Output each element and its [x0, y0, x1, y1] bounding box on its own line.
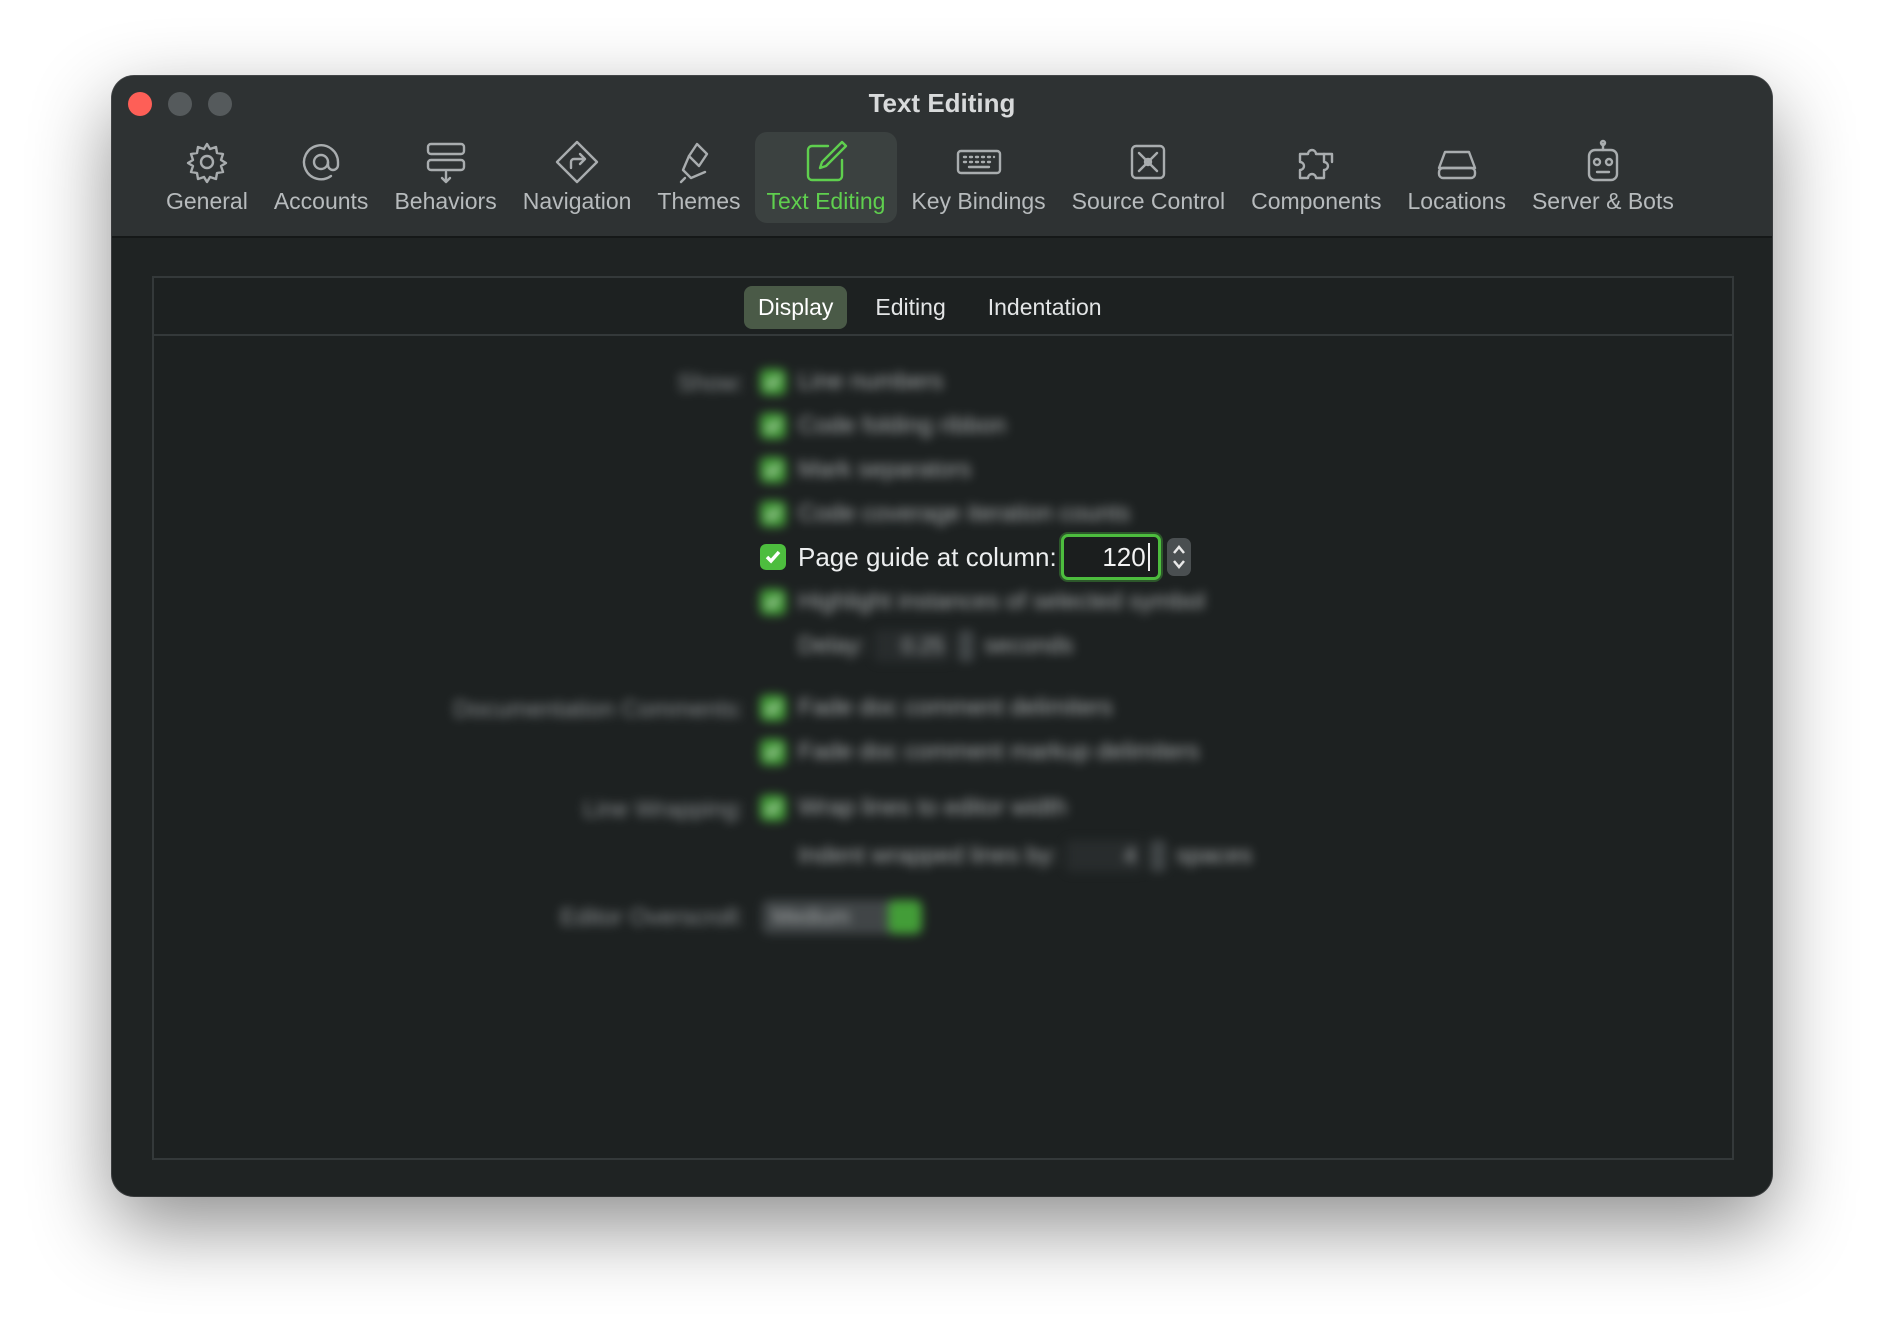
tab-label: Accounts [273, 188, 369, 214]
segment-editing[interactable]: Editing [861, 286, 959, 329]
mark-separators-label: Mark separators [798, 456, 972, 483]
checkbox[interactable] [760, 739, 786, 765]
show-label: Show: [677, 370, 744, 397]
tab-label: Source Control [1071, 188, 1226, 214]
puzzle-piece-icon [1299, 148, 1334, 180]
page-guide-checkbox[interactable] [760, 544, 786, 570]
text-caret [1147, 543, 1150, 571]
behaviors-icon [426, 142, 465, 184]
tab-locations[interactable]: Locations [1396, 132, 1518, 223]
tab-label: Behaviors [394, 188, 497, 214]
at-sign-icon [302, 144, 340, 181]
delay-row: Delay: 0.25 seconds [798, 630, 1073, 662]
checkbox[interactable] [760, 413, 786, 439]
tab-label: Locations [1407, 188, 1506, 214]
tab-label: General [166, 188, 248, 214]
keyboard-icon [956, 149, 1001, 175]
navigation-icon [555, 140, 599, 184]
tab-label: Navigation [522, 188, 632, 214]
wrap-lines-label: Wrap lines to editor width [798, 794, 1068, 821]
fade-markup-label: Fade doc comment markup delimiters [798, 738, 1200, 765]
checkbox[interactable] [760, 369, 786, 395]
tab-label: Server & Bots [1531, 188, 1674, 214]
checkbox[interactable] [760, 501, 786, 527]
tab-accounts[interactable]: Accounts [262, 132, 381, 223]
settings-panel: Display Editing Indentation Show: Line n… [152, 276, 1734, 1160]
tab-label: Key Bindings [911, 188, 1046, 214]
indent-wrapped-field[interactable]: 4 [1066, 840, 1143, 872]
code-coverage-row[interactable]: Code coverage iteration counts [760, 500, 1130, 528]
line-numbers-row[interactable]: Line numbers [760, 368, 943, 396]
segment-display[interactable]: Display [744, 286, 848, 329]
chevron-up-icon [1172, 545, 1185, 554]
tab-text-editing[interactable]: Text Editing [754, 132, 898, 223]
code-coverage-label: Code coverage iteration counts [798, 500, 1131, 527]
line-wrapping-label: Line Wrapping: [583, 796, 744, 823]
drive-icon [1437, 150, 1476, 180]
highlight-instances-row[interactable]: Highlight instances of selected symbol [760, 588, 1205, 616]
overscroll-row: Medium [762, 900, 922, 934]
code-folding-label: Code folding ribbon [798, 412, 1007, 439]
page-guide-row: Page guide at column: 120 [760, 534, 1191, 580]
doc-comments-label: Documentation Comments: [453, 696, 744, 723]
checkbox[interactable] [760, 795, 786, 821]
indent-wrapped-stepper[interactable] [1150, 840, 1167, 872]
line-numbers-label: Line numbers [798, 368, 944, 395]
segmented-control-bar: Display Editing Indentation [154, 278, 1732, 336]
page-guide-column-field[interactable]: 120 [1060, 534, 1161, 580]
tab-themes[interactable]: Themes [645, 132, 752, 223]
indent-wrapped-label: Indent wrapped lines by: [798, 842, 1059, 869]
chevron-down-icon [1172, 560, 1185, 569]
window-title: Text Editing [868, 88, 1016, 118]
tab-key-bindings[interactable]: Key Bindings [899, 132, 1057, 223]
gear-icon [186, 142, 228, 184]
delay-label: Delay: [798, 632, 867, 659]
tab-behaviors[interactable]: Behaviors [382, 132, 508, 223]
mark-separators-row[interactable]: Mark separators [760, 456, 971, 484]
overscroll-value: Medium [772, 904, 851, 929]
tab-components[interactable]: Components [1239, 132, 1393, 223]
paintbrush-icon [679, 142, 709, 184]
code-folding-row[interactable]: Code folding ribbon [760, 412, 1006, 440]
delay-stepper[interactable] [958, 630, 975, 662]
segment-indentation[interactable]: Indentation [974, 286, 1116, 329]
tab-general[interactable]: General [154, 132, 260, 223]
preferences-tabs: General Accounts Behaviors Navigation Th… [154, 132, 1688, 223]
segmented-control: Display Editing Indentation [744, 286, 1116, 329]
tab-navigation[interactable]: Navigation [511, 132, 644, 223]
page-guide-value: 120 [1102, 541, 1146, 572]
source-control-icon [1131, 144, 1166, 180]
popup-arrow-icon [888, 900, 922, 934]
delay-field[interactable]: 0.25 [874, 630, 951, 662]
highlight-instances-label: Highlight instances of selected symbol [798, 588, 1205, 615]
tab-label: Themes [657, 188, 741, 214]
tab-label: Text Editing [766, 188, 886, 214]
tab-label: Components [1251, 188, 1382, 214]
overscroll-label: Editor Overscroll: [559, 904, 744, 931]
page-guide-stepper[interactable] [1166, 538, 1191, 576]
wrap-lines-row[interactable]: Wrap lines to editor width [760, 794, 1067, 822]
indent-wrapped-row: Indent wrapped lines by: 4 spaces [798, 840, 1252, 872]
tab-server-bots[interactable]: Server & Bots [1520, 132, 1686, 223]
pencil-square-icon [806, 140, 848, 182]
robot-icon [1587, 139, 1619, 182]
checkbox[interactable] [760, 589, 786, 615]
fade-delimiters-row[interactable]: Fade doc comment delimiters [760, 694, 1113, 722]
checkbox[interactable] [760, 695, 786, 721]
preferences-window: Text Editing General Accounts Behaviors … [112, 76, 1772, 1196]
delay-unit: seconds [984, 632, 1074, 659]
toolbar: Text Editing General Accounts Behaviors … [112, 76, 1772, 238]
overscroll-popup[interactable]: Medium [762, 900, 922, 934]
indent-wrapped-unit: spaces [1176, 842, 1253, 869]
fade-markup-row[interactable]: Fade doc comment markup delimiters [760, 738, 1199, 766]
tab-source-control[interactable]: Source Control [1060, 132, 1237, 223]
page-guide-label: Page guide at column: [798, 541, 1057, 572]
checkbox[interactable] [760, 457, 786, 483]
fade-delimiters-label: Fade doc comment delimiters [798, 694, 1113, 721]
